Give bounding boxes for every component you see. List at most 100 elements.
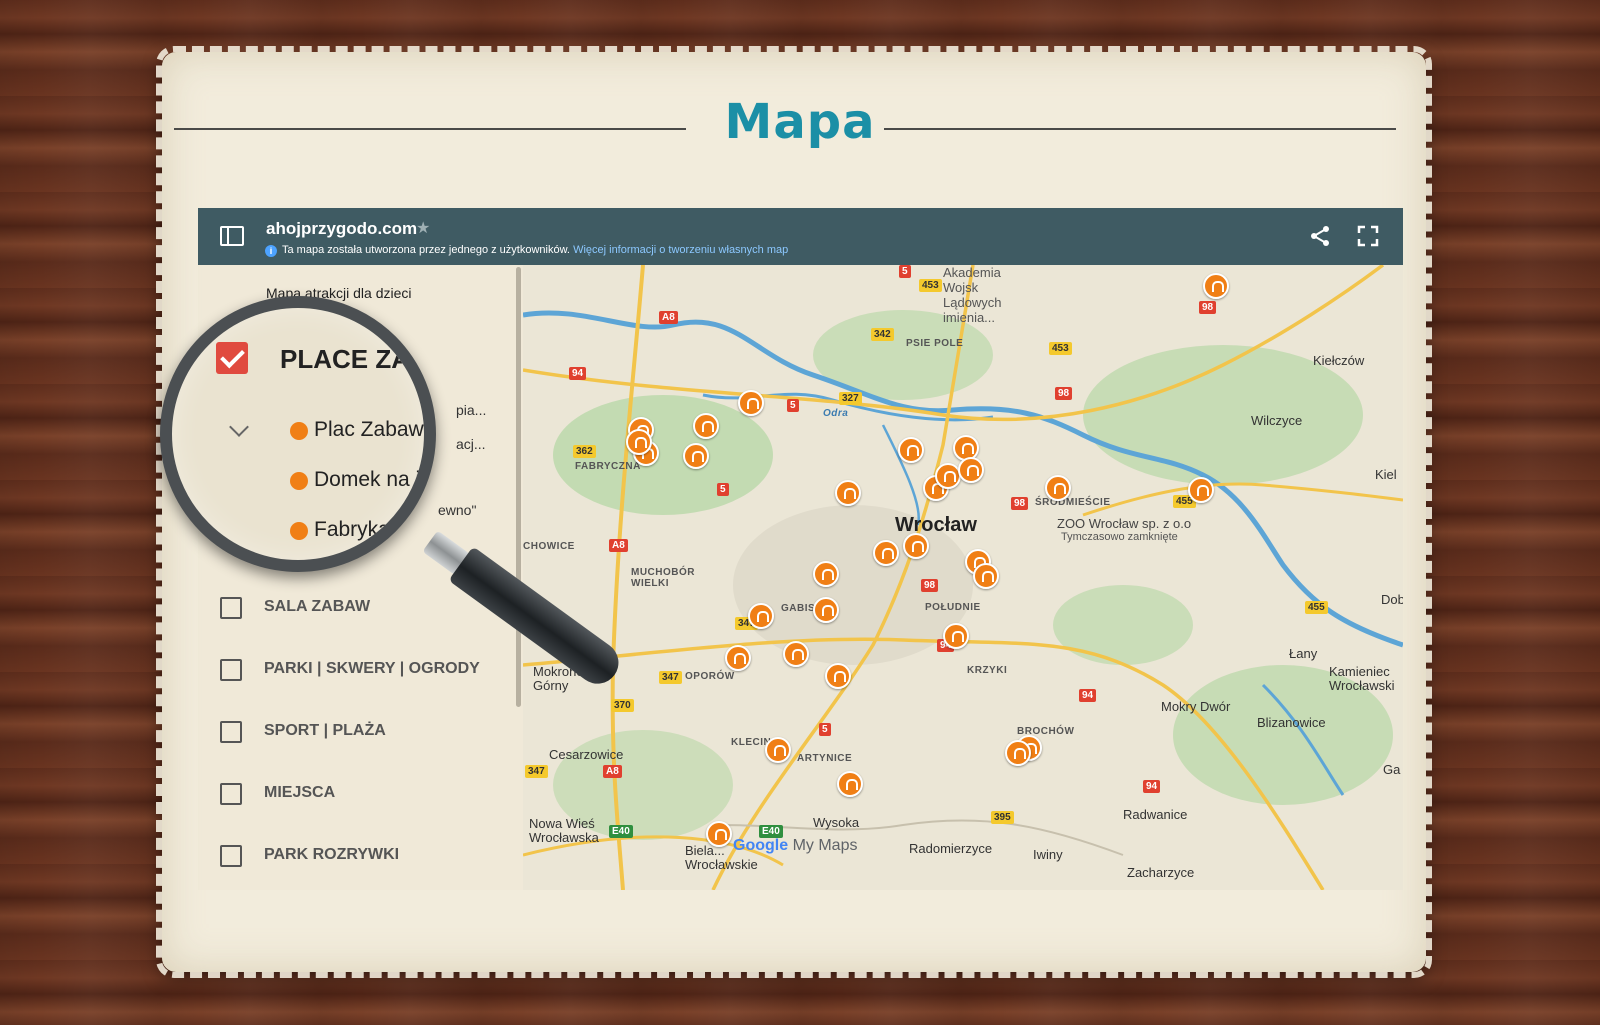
layer-checkbox[interactable] (220, 721, 242, 743)
map-label: ARTYNICE (797, 753, 853, 764)
star-icon[interactable]: ★ (416, 218, 430, 238)
playground-pin-icon[interactable] (1045, 475, 1071, 501)
map-label: ŚRÓDMIEŚCIE (1035, 497, 1111, 508)
title-rule-left (174, 128, 686, 130)
fullscreen-icon[interactable] (1356, 224, 1380, 248)
map-label-city: Wrocław (895, 514, 977, 536)
playground-pin-icon[interactable] (835, 480, 861, 506)
map-label: OPORÓW (685, 671, 735, 682)
road-badge: 94 (1079, 689, 1097, 702)
checkbox-checked-icon[interactable] (216, 342, 248, 374)
share-icon[interactable] (1308, 224, 1332, 248)
info-icon: i (265, 245, 277, 257)
map-label: Radomierzyce (909, 841, 993, 856)
map-label: Wilczyce (1251, 413, 1303, 428)
playground-pin-icon[interactable] (825, 663, 851, 689)
magnifier-lens: PLACE ZAB Plac Zabaw z Domek na je Fabry… (160, 296, 436, 572)
layer-label: PARK ROZRYWKI (264, 846, 400, 863)
map-label-zoo: ZOO Wrocław sp. z o.o (1057, 516, 1192, 531)
road-badge: 327 (839, 392, 862, 405)
list-item-magnified[interactable]: Domek na je (314, 468, 424, 492)
map-canvas[interactable]: Akademia Wojsk Lądowych imienia... Kiełc… (523, 265, 1403, 890)
playground-pin-icon[interactable] (748, 603, 774, 629)
chevron-down-icon[interactable] (229, 417, 249, 437)
road-badge: 98 (1199, 301, 1217, 314)
playground-pin-icon[interactable] (683, 443, 709, 469)
my-maps-label: My Maps (792, 837, 858, 854)
playground-pin-icon[interactable] (725, 645, 751, 671)
list-item-magnified[interactable]: Fabryka n (314, 518, 407, 542)
road-badge: 5 (717, 483, 729, 496)
map-label: POŁUDNIE (925, 602, 981, 613)
google-attribution[interactable]: Google My Maps (733, 837, 857, 855)
playground-pin-icon[interactable] (898, 437, 924, 463)
layer-checkbox[interactable] (220, 659, 242, 681)
map-label: Dob (1381, 592, 1403, 607)
map-label: PSIE POLE (906, 338, 964, 349)
layer-checkbox[interactable] (220, 597, 242, 619)
layer-label-magnified: PLACE ZAB (280, 344, 429, 374)
title-rule-right (884, 128, 1396, 130)
playground-icon (290, 472, 308, 490)
map-label: Zacharzyce (1127, 865, 1195, 880)
playground-pin-icon[interactable] (935, 463, 961, 489)
list-item-fragment[interactable]: pia... (456, 402, 486, 418)
map-label: Kiel (1375, 467, 1397, 482)
playground-pin-icon[interactable] (873, 540, 899, 566)
playground-pin-icon[interactable] (813, 561, 839, 587)
map-label-river: Odra (823, 408, 849, 419)
sidebar-scrollbar[interactable] (516, 267, 521, 707)
layer-checkbox[interactable] (220, 783, 242, 805)
playground-pin-icon[interactable] (837, 771, 863, 797)
playground-pin-icon[interactable] (706, 821, 732, 847)
road-badge: 453 (919, 279, 942, 292)
playground-pin-icon[interactable] (813, 597, 839, 623)
list-item-fragment[interactable]: ewno" (438, 502, 476, 518)
layer-label: SALA ZABAW (264, 598, 371, 615)
road-badge: 5 (787, 399, 799, 412)
playground-pin-icon[interactable] (783, 641, 809, 667)
road-badge: 5 (899, 265, 911, 278)
playground-pin-icon[interactable] (738, 390, 764, 416)
sidebar-toggle-icon[interactable] (220, 226, 244, 246)
road-badge: 5 (819, 723, 831, 736)
playground-pin-icon[interactable] (1188, 477, 1214, 503)
playground-pin-icon[interactable] (626, 429, 652, 455)
playground-pin-icon[interactable] (693, 413, 719, 439)
info-link[interactable]: Więcej informacji o tworzeniu własnych m… (573, 244, 788, 256)
map-label: CHOWICE (523, 541, 575, 552)
map-header: ahojprzygodo.com ★ i Ta mapa została utw… (198, 208, 1403, 265)
map-label: Wysoka (813, 815, 860, 830)
map-label: FABRYCZNA (575, 461, 641, 472)
road-badge: 98 (1055, 387, 1073, 400)
map-label: Cesarzowice (549, 747, 624, 762)
playground-icon (290, 522, 308, 540)
map-title[interactable]: ahojprzygodo.com (266, 219, 417, 239)
map-label: Blizanowice (1257, 715, 1326, 730)
info-text: Ta mapa została utworzona przez jednego … (282, 244, 788, 256)
playground-pin-icon[interactable] (973, 563, 999, 589)
playground-icon (290, 422, 308, 440)
map-label: Kiełczów (1313, 353, 1365, 368)
road-badge: 342 (871, 328, 894, 341)
layer-checkbox[interactable] (220, 845, 242, 867)
road-badge: 370 (611, 699, 634, 712)
playground-pin-icon[interactable] (958, 457, 984, 483)
road-badge: 347 (659, 671, 682, 684)
map-label: Nowa Wieś Wrocławska (529, 816, 599, 845)
list-item-magnified[interactable]: Plac Zabaw z (314, 418, 424, 442)
playground-pin-icon[interactable] (1005, 740, 1031, 766)
playground-pin-icon[interactable] (765, 737, 791, 763)
playground-pin-icon[interactable] (943, 623, 969, 649)
map-label: Mokry Dwór (1161, 699, 1231, 714)
list-item-fragment[interactable]: acj... (456, 436, 486, 452)
road-badge: A8 (603, 765, 622, 778)
map-label-zoo-status: Tymczasowo zamknięte (1061, 531, 1178, 543)
map-label: Kamieniec Wrocławski (1329, 664, 1395, 693)
road-badge: 453 (1049, 342, 1072, 355)
layer-label: MIEJSCA (264, 784, 336, 801)
map-label: MUCHOBÓR WIELKI (631, 567, 695, 589)
road-badge: 94 (569, 367, 587, 380)
playground-pin-icon[interactable] (1203, 273, 1229, 299)
playground-pin-icon[interactable] (903, 533, 929, 559)
